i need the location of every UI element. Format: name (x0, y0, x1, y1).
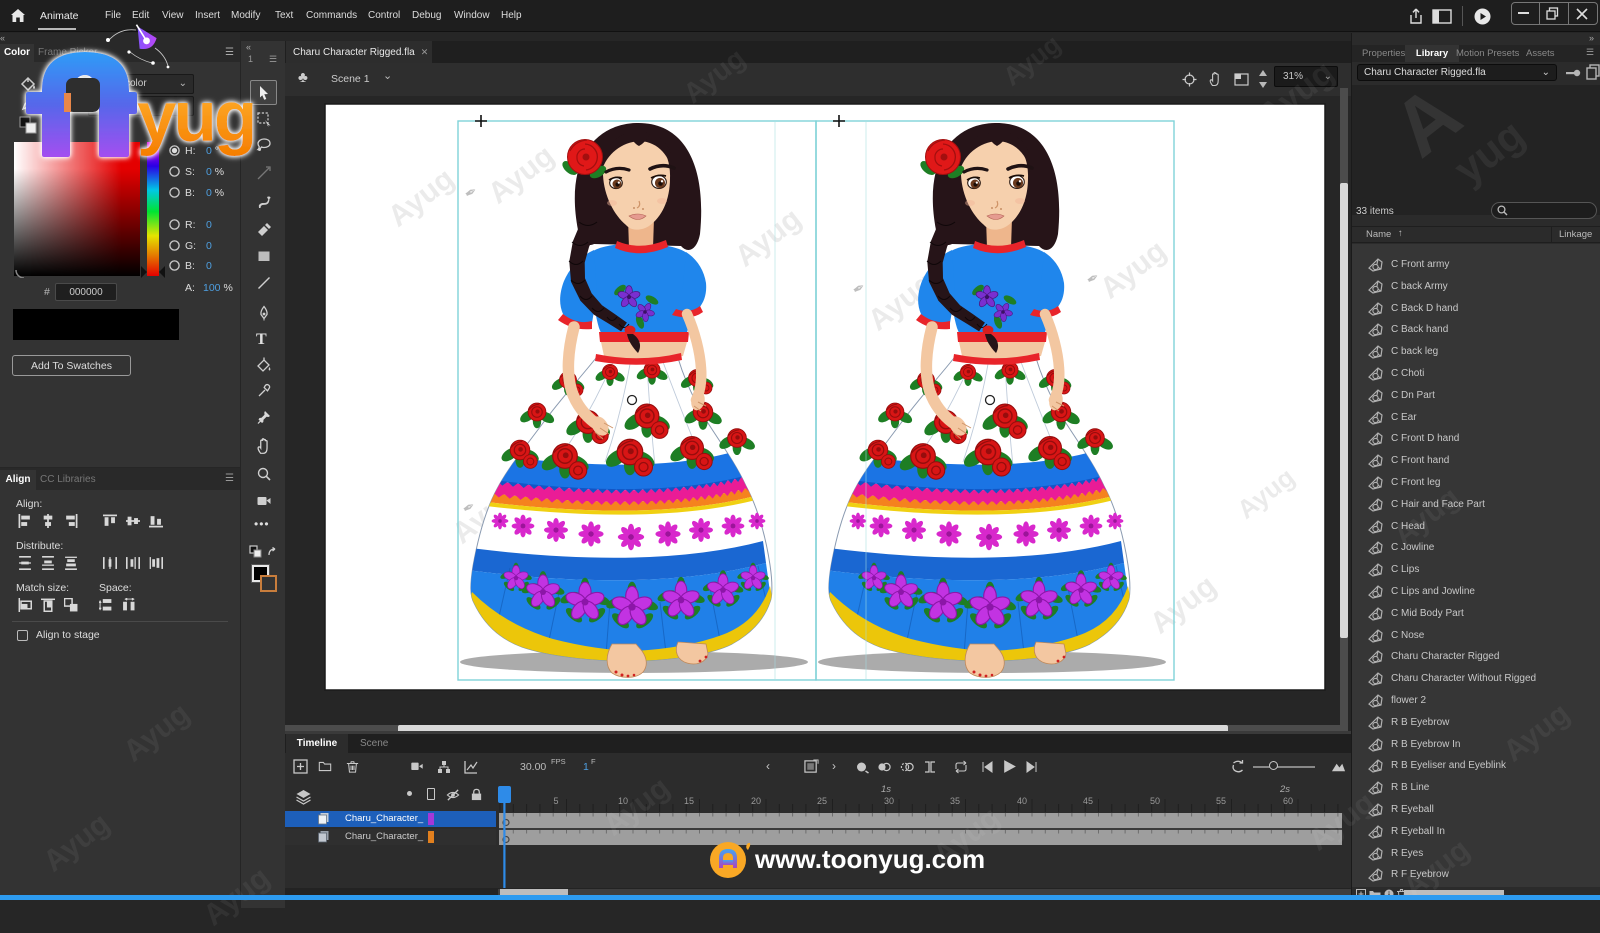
svg-text:yug: yug (137, 78, 254, 157)
svg-text:www.toonyug.com: www.toonyug.com (754, 844, 985, 874)
svg-text:60: 60 (1283, 796, 1293, 806)
svg-text:55: 55 (1216, 796, 1226, 806)
svg-text:25: 25 (817, 796, 827, 806)
svg-text:20: 20 (751, 796, 761, 806)
svg-text:30: 30 (884, 796, 894, 806)
svg-text:10: 10 (618, 796, 628, 806)
svg-text:40: 40 (1017, 796, 1027, 806)
svg-text:2s: 2s (1279, 784, 1290, 795)
svg-text:1s: 1s (881, 784, 891, 795)
svg-text:45: 45 (1083, 796, 1093, 806)
svg-text:15: 15 (684, 796, 694, 806)
svg-text:5: 5 (553, 796, 558, 806)
svg-text:50: 50 (1150, 796, 1160, 806)
svg-text:35: 35 (950, 796, 960, 806)
